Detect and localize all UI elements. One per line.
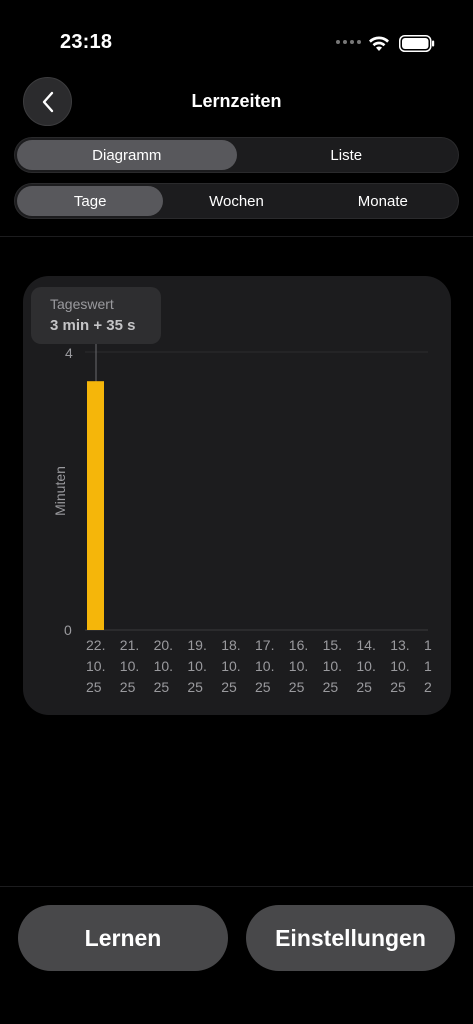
- status-bar: 23:18: [0, 0, 473, 60]
- x-tick-label-10-2: 2: [424, 679, 432, 695]
- x-tick-label-7-2: 25: [323, 679, 339, 695]
- x-tick-label-2-1: 10.: [154, 658, 173, 674]
- x-tick-label-3-2: 25: [187, 679, 203, 695]
- x-tick-label-9-2: 25: [390, 679, 406, 695]
- cellular-signal-icon: [336, 40, 361, 44]
- bar-0[interactable]: [87, 381, 104, 630]
- x-tick-label-3-0: 19.: [187, 637, 206, 653]
- x-tick-label-0-1: 10.: [86, 658, 105, 674]
- x-tick-label-1-0: 21.: [120, 637, 139, 653]
- x-tick-label-5-0: 17.: [255, 637, 274, 653]
- bottom-divider: [0, 886, 473, 887]
- bar-series: [87, 381, 104, 630]
- tooltip-label: Tageswert: [50, 296, 114, 312]
- x-tick-label-8-0: 14.: [356, 637, 375, 653]
- view-segmented-control: Diagramm Liste: [14, 137, 459, 173]
- tooltip-value: 3 min + 35 s: [50, 317, 136, 334]
- x-tick-label-2-2: 25: [154, 679, 170, 695]
- navigation-bar: Lernzeiten: [0, 76, 473, 128]
- x-tick-label-0-2: 25: [86, 679, 102, 695]
- x-tick-label-5-1: 10.: [255, 658, 274, 674]
- segment-monate[interactable]: Monate: [310, 186, 456, 216]
- x-tick-label-8-1: 10.: [356, 658, 375, 674]
- y-axis-title: Minuten: [52, 466, 68, 516]
- x-tick-label-3-1: 10.: [187, 658, 206, 674]
- x-tick-label-6-0: 16.: [289, 637, 308, 653]
- x-tick-label-7-1: 10.: [323, 658, 342, 674]
- y-tick-min: 0: [64, 622, 72, 638]
- settings-button[interactable]: Einstellungen: [246, 905, 455, 971]
- value-tooltip: Tageswert 3 min + 35 s: [31, 287, 161, 344]
- x-tick-label-4-2: 25: [221, 679, 237, 695]
- x-tick-label-4-0: 18.: [221, 637, 240, 653]
- segment-tage[interactable]: Tage: [17, 186, 164, 216]
- x-tick-label-1-2: 25: [120, 679, 136, 695]
- x-tick-label-7-0: 15.: [323, 637, 342, 653]
- x-tick-label-10-0: 1: [424, 637, 432, 653]
- x-tick-label-4-1: 10.: [221, 658, 240, 674]
- battery-icon: [399, 35, 435, 52]
- learn-button[interactable]: Lernen: [18, 905, 228, 971]
- header-divider: [0, 236, 473, 237]
- period-segmented-control: Tage Wochen Monate: [14, 183, 459, 219]
- y-tick-max: 4: [65, 345, 73, 361]
- x-tick-label-5-2: 25: [255, 679, 271, 695]
- page-title: Lernzeiten: [191, 91, 282, 111]
- x-tick-label-2-0: 20.: [154, 637, 173, 653]
- x-axis-labels: 22. 10. 25 21. 10. 25 20. 10. 25 19. 10. 25 18. 10. 25…: [86, 637, 432, 695]
- x-tick-label-6-1: 10.: [289, 658, 308, 674]
- x-tick-label-6-2: 25: [289, 679, 305, 695]
- chart-card: 4 0 Minuten 22. 10. 25 21. 10. 25 20. 10. 25 19. 1…: [23, 276, 451, 715]
- segment-liste[interactable]: Liste: [237, 140, 457, 170]
- x-tick-label-1-1: 10.: [120, 658, 139, 674]
- x-tick-label-8-2: 25: [356, 679, 372, 695]
- x-tick-label-9-0: 13.: [390, 637, 409, 653]
- x-tick-label-0-0: 22.: [86, 637, 105, 653]
- x-tick-label-9-1: 10.: [390, 658, 409, 674]
- segment-wochen[interactable]: Wochen: [163, 186, 309, 216]
- status-time: 23:18: [60, 31, 113, 53]
- wifi-icon: [369, 36, 389, 51]
- x-tick-label-10-1: 1: [424, 658, 432, 674]
- segment-diagramm[interactable]: Diagramm: [17, 140, 237, 170]
